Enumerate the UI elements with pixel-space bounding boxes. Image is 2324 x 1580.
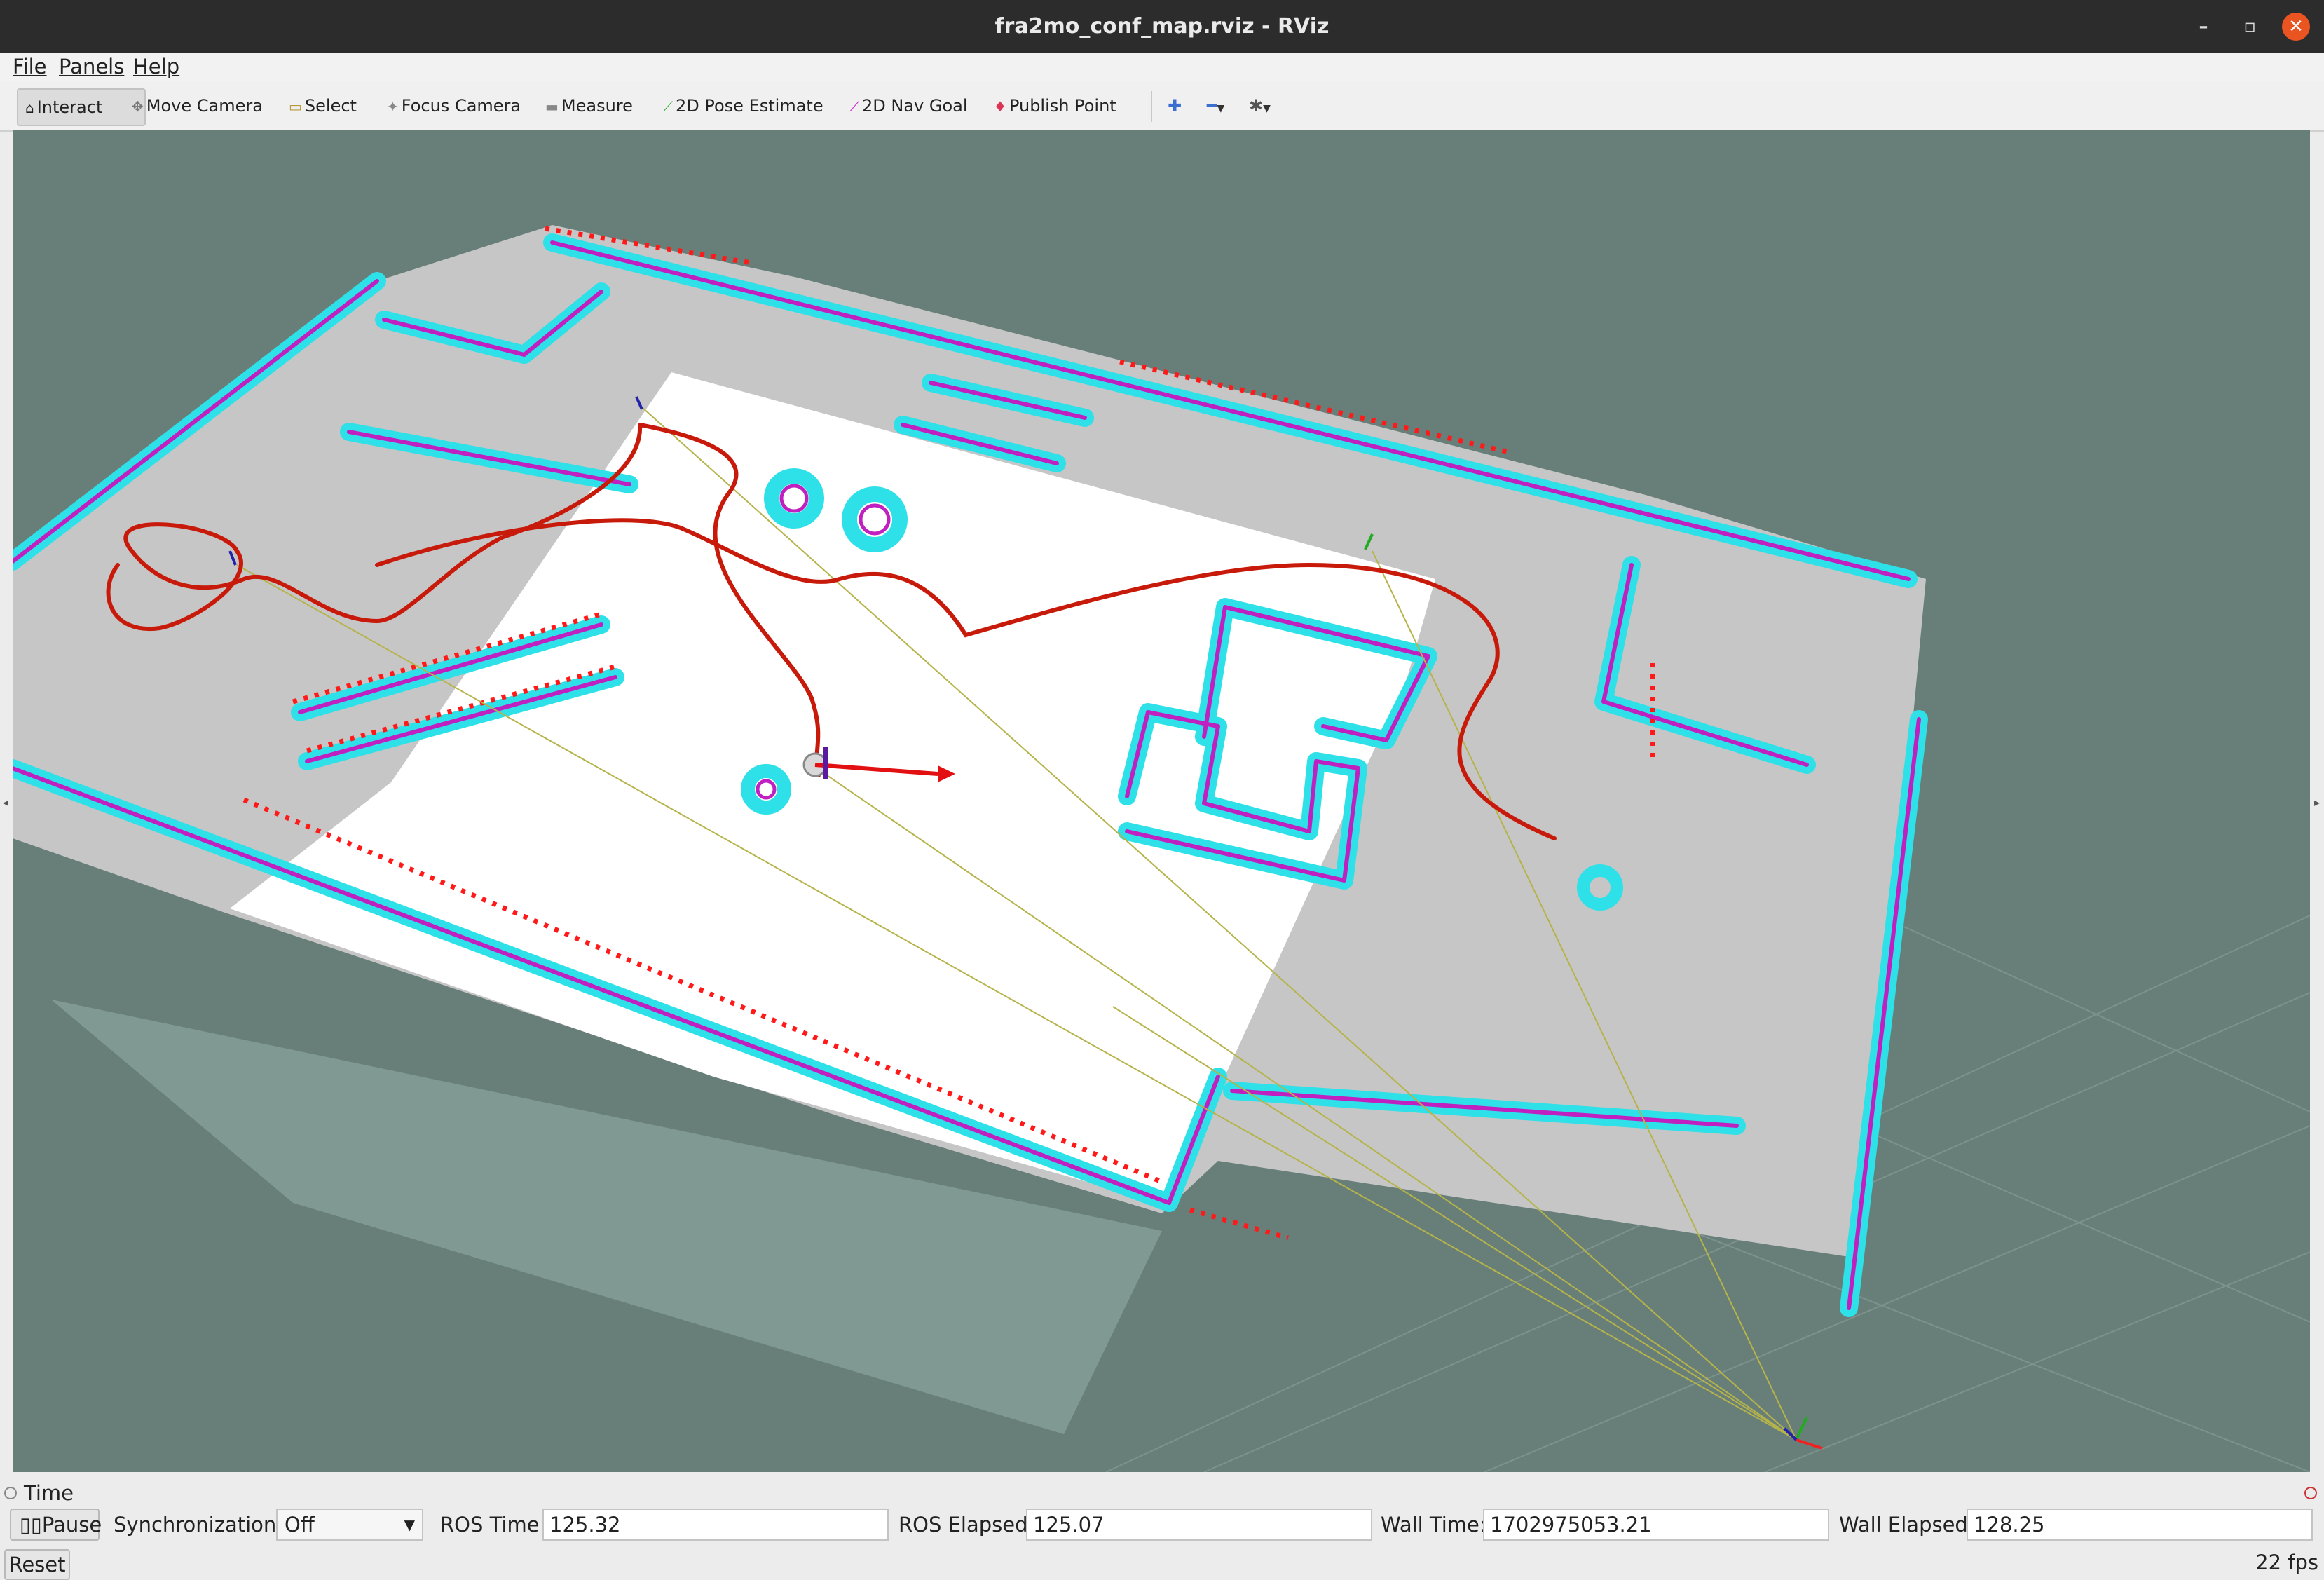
focus-camera-tool-button[interactable]: ✦ Focus Camera [387, 88, 521, 123]
ros-elapsed-field[interactable]: 125.07 [1026, 1509, 1372, 1541]
remove-tool-icon[interactable]: ━▼ [1207, 88, 1224, 123]
move-camera-tool-button[interactable]: ✥ Move Camera [132, 88, 263, 123]
pause-label: Pause [41, 1513, 102, 1537]
menu-panels[interactable]: Panels [59, 55, 124, 79]
sync-select[interactable]: Off ▼ [276, 1509, 423, 1541]
menu-file[interactable]: File [13, 55, 47, 79]
ros-elapsed-label: ROS Elapsed: [898, 1513, 1035, 1537]
chevron-down-icon: ▼ [404, 1516, 415, 1533]
move-camera-label: Move Camera [146, 96, 263, 116]
wall-elapsed-label: Wall Elapsed: [1839, 1513, 1975, 1537]
menu-help[interactable]: Help [133, 55, 179, 79]
title-bar: fra2mo_conf_map.rviz - RViz – ▫ ✕ [0, 0, 2324, 53]
time-panel: Time ▯▯Pause Synchronization: Off ▼ ROS T… [0, 1478, 2324, 1548]
nav-goal-tool-button[interactable]: ⟋ 2D Nav Goal [849, 88, 968, 123]
toolbar-separator [1151, 91, 1152, 122]
nav-goal-arrow-icon: ⟋ [849, 98, 859, 115]
measure-label: Measure [561, 96, 633, 116]
interact-tool-button[interactable]: ⌂ Interact [17, 88, 146, 126]
nav-goal-label: 2D Nav Goal [862, 96, 968, 116]
tool-properties-icon[interactable]: ✱▼ [1249, 88, 1271, 123]
sync-value: Off [285, 1513, 315, 1537]
select-icon: ▭ [289, 98, 302, 115]
publish-point-tool-button[interactable]: ♦ Publish Point [994, 88, 1116, 123]
measure-icon: ▬ [545, 98, 559, 115]
menu-bar: File Panels Help [0, 53, 2324, 81]
pause-button[interactable]: ▯▯Pause [10, 1509, 102, 1541]
left-panel-handle-icon[interactable]: ◂ [3, 796, 8, 809]
close-icon[interactable]: ✕ [2282, 13, 2310, 41]
render-viewport[interactable] [13, 130, 2310, 1472]
focus-camera-icon: ✦ [387, 98, 399, 115]
publish-point-label: Publish Point [1009, 96, 1116, 116]
wall-time-field[interactable]: 1702975053.21 [1483, 1509, 1829, 1541]
interact-label: Interact [36, 97, 103, 117]
time-panel-header: Time [0, 1478, 2324, 1506]
pose-estimate-arrow-icon: ⟋ [663, 98, 673, 115]
window-title: fra2mo_conf_map.rviz - RViz [994, 14, 1330, 39]
wall-elapsed-field[interactable]: 128.25 [1967, 1509, 2313, 1541]
focus-camera-label: Focus Camera [401, 96, 521, 116]
panel-float-icon[interactable] [4, 1487, 17, 1499]
time-panel-row: ▯▯Pause Synchronization: Off ▼ ROS Time: … [0, 1509, 2324, 1542]
maximize-icon[interactable]: ▫ [2236, 13, 2264, 41]
measure-tool-button[interactable]: ▬ Measure [545, 88, 633, 123]
map-scene[interactable] [13, 130, 2310, 1472]
pause-icon: ▯▯ [20, 1513, 42, 1537]
wall-time-label: Wall Time: [1381, 1513, 1486, 1537]
ros-time-label: ROS Time: [440, 1513, 547, 1537]
select-label: Select [304, 96, 357, 116]
move-camera-icon: ✥ [132, 98, 144, 115]
toolbar: ⌂ Interact ✥ Move Camera ▭ Select ✦ Focus Ca… [0, 81, 2324, 132]
fps-indicator: 22 fps [2255, 1551, 2318, 1574]
ros-time-field[interactable]: 125.32 [542, 1509, 889, 1541]
reset-button[interactable]: Reset [4, 1549, 70, 1580]
minimize-icon[interactable]: – [2189, 13, 2217, 41]
time-panel-title: Time [24, 1481, 74, 1505]
interact-icon: ⌂ [25, 100, 34, 116]
publish-point-pin-icon: ♦ [994, 98, 1006, 115]
status-bar: Reset 22 fps [0, 1548, 2324, 1580]
right-panel-handle-icon[interactable]: ▸ [2314, 796, 2320, 809]
panel-close-icon[interactable] [2304, 1487, 2317, 1499]
pose-estimate-label: 2D Pose Estimate [676, 96, 823, 116]
select-tool-button[interactable]: ▭ Select [289, 88, 357, 123]
pose-estimate-tool-button[interactable]: ⟋ 2D Pose Estimate [663, 88, 823, 123]
add-tool-icon[interactable]: ✚ [1168, 88, 1182, 123]
sync-label: Synchronization: [114, 1513, 284, 1537]
